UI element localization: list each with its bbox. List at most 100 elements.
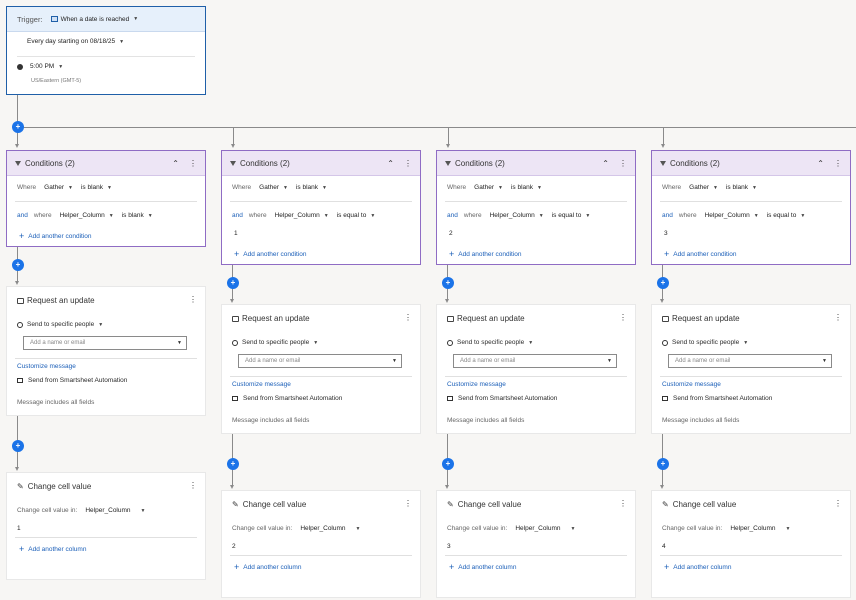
customize-message-link[interactable]: Customize message bbox=[232, 381, 291, 388]
customize-message-link[interactable]: Customize message bbox=[447, 381, 506, 388]
add-condition-link[interactable]: + Add another condition bbox=[19, 231, 92, 241]
add-step-button[interactable]: + bbox=[442, 277, 454, 289]
field-dropdown[interactable]: Gather ▼ bbox=[689, 184, 718, 191]
recipient-input[interactable]: Add a name or email ▼ bbox=[453, 354, 617, 368]
condition-value[interactable]: 3 bbox=[664, 230, 668, 237]
chevron-up-icon[interactable]: ⌃ bbox=[387, 159, 394, 168]
condition-value[interactable]: 2 bbox=[449, 230, 453, 237]
kebab-menu-icon[interactable]: ⋮ bbox=[404, 159, 412, 168]
add-condition-link[interactable]: + Add another condition bbox=[234, 249, 307, 259]
field-dropdown[interactable]: Helper_Column ▼ bbox=[705, 212, 759, 219]
add-step-button[interactable]: + bbox=[12, 440, 24, 452]
kebab-menu-icon[interactable]: ⋮ bbox=[404, 499, 412, 508]
condition-value[interactable]: 1 bbox=[234, 230, 238, 237]
person-icon bbox=[447, 339, 453, 346]
field-dropdown[interactable]: Helper_Column ▼ bbox=[515, 525, 575, 532]
kebab-menu-icon[interactable]: ⋮ bbox=[619, 159, 627, 168]
kebab-menu-icon[interactable]: ⋮ bbox=[189, 481, 197, 490]
trigger-block[interactable]: Trigger: When a date is reached ▼ Every … bbox=[6, 6, 206, 95]
divider bbox=[15, 358, 197, 359]
plus-icon: + bbox=[19, 544, 25, 554]
request-update-block[interactable]: Request an update ⋮ Send to specific peo… bbox=[436, 304, 636, 434]
operator-dropdown[interactable]: is blank ▼ bbox=[726, 184, 757, 191]
add-step-button[interactable]: + bbox=[442, 458, 454, 470]
add-step-button[interactable]: + bbox=[227, 277, 239, 289]
operator-dropdown[interactable]: is equal to ▼ bbox=[337, 212, 376, 219]
field-dropdown[interactable]: Gather ▼ bbox=[474, 184, 503, 191]
add-step-button[interactable]: + bbox=[657, 458, 669, 470]
add-column-link[interactable]: + Add another column bbox=[19, 544, 86, 554]
change-cell-block[interactable]: ✎ Change cell value ⋮ Change cell value i… bbox=[436, 490, 636, 598]
and-operator[interactable]: and bbox=[17, 212, 28, 219]
field-dropdown[interactable]: Helper_Column ▼ bbox=[275, 212, 329, 219]
customize-message-link[interactable]: Customize message bbox=[17, 363, 76, 370]
recipient-input[interactable]: Add a name or email ▼ bbox=[23, 336, 187, 350]
add-step-button[interactable]: + bbox=[12, 121, 24, 133]
frequency-dropdown[interactable]: Every day starting on 08/18/25 ▼ bbox=[27, 38, 124, 45]
field-label: Helper_Column bbox=[85, 507, 131, 514]
operator-dropdown[interactable]: is equal to ▼ bbox=[767, 212, 806, 219]
kebab-menu-icon[interactable]: ⋮ bbox=[619, 313, 627, 322]
kebab-menu-icon[interactable]: ⋮ bbox=[834, 499, 842, 508]
chevron-up-icon[interactable]: ⌃ bbox=[817, 159, 824, 168]
add-step-button[interactable]: + bbox=[657, 277, 669, 289]
add-condition-link[interactable]: + Add another condition bbox=[664, 249, 737, 259]
conditions-block[interactable]: Conditions (2) ⌃ ⋮ Where Gather ▼ is blan… bbox=[436, 150, 636, 265]
conditions-block[interactable]: Conditions (2) ⌃ ⋮ Where Gather ▼ is blan… bbox=[6, 150, 206, 247]
add-column-link[interactable]: + Add another column bbox=[664, 562, 731, 572]
change-field-row: Change cell value in: Helper_Column ▼ bbox=[232, 525, 360, 532]
kebab-menu-icon[interactable]: ⋮ bbox=[834, 313, 842, 322]
change-title-label: Change cell value bbox=[457, 500, 522, 509]
operator-dropdown[interactable]: is blank ▼ bbox=[511, 184, 542, 191]
recipient-input[interactable]: Add a name or email ▼ bbox=[238, 354, 402, 368]
change-value[interactable]: 4 bbox=[662, 543, 666, 550]
send-from-label: Send from Smartsheet Automation bbox=[458, 395, 558, 402]
change-value[interactable]: 1 bbox=[17, 525, 21, 532]
add-step-button[interactable]: + bbox=[12, 259, 24, 271]
conditions-block[interactable]: Conditions (2) ⌃ ⋮ Where Gather ▼ is blan… bbox=[221, 150, 421, 265]
send-to-dropdown[interactable]: Send to specific people ▼ bbox=[17, 321, 103, 328]
change-cell-block[interactable]: ✎ Change cell value ⋮ Change cell value i… bbox=[221, 490, 421, 598]
chevron-up-icon[interactable]: ⌃ bbox=[172, 159, 179, 168]
field-dropdown[interactable]: Gather ▼ bbox=[259, 184, 288, 191]
chevron-up-icon[interactable]: ⌃ bbox=[602, 159, 609, 168]
add-condition-link[interactable]: + Add another condition bbox=[449, 249, 522, 259]
field-dropdown[interactable]: Helper_Column ▼ bbox=[60, 212, 114, 219]
and-operator[interactable]: and bbox=[662, 212, 673, 219]
kebab-menu-icon[interactable]: ⋮ bbox=[834, 159, 842, 168]
field-dropdown[interactable]: Helper_Column ▼ bbox=[85, 507, 145, 514]
arrow-icon bbox=[446, 144, 450, 148]
send-to-dropdown[interactable]: Send to specific people ▼ bbox=[232, 339, 318, 346]
change-value[interactable]: 3 bbox=[447, 543, 451, 550]
operator-dropdown[interactable]: is equal to ▼ bbox=[552, 212, 591, 219]
add-column-link[interactable]: + Add another column bbox=[234, 562, 301, 572]
time-dropdown[interactable]: 5:00 PM ▼ bbox=[17, 63, 63, 70]
change-cell-block[interactable]: ✎ Change cell value ⋮ Change cell value i… bbox=[651, 490, 851, 598]
request-update-block[interactable]: Request an update ⋮ Send to specific peo… bbox=[221, 304, 421, 434]
kebab-menu-icon[interactable]: ⋮ bbox=[404, 313, 412, 322]
field-dropdown[interactable]: Helper_Column ▼ bbox=[490, 212, 544, 219]
operator-dropdown[interactable]: is blank ▼ bbox=[296, 184, 327, 191]
trigger-type-dropdown[interactable]: When a date is reached ▼ bbox=[50, 16, 138, 23]
kebab-menu-icon[interactable]: ⋮ bbox=[189, 295, 197, 304]
and-operator[interactable]: and bbox=[232, 212, 243, 219]
send-to-dropdown[interactable]: Send to specific people ▼ bbox=[662, 339, 748, 346]
operator-dropdown[interactable]: is blank ▼ bbox=[81, 184, 112, 191]
recipient-input[interactable]: Add a name or email ▼ bbox=[668, 354, 832, 368]
change-value[interactable]: 2 bbox=[232, 543, 236, 550]
add-step-button[interactable]: + bbox=[227, 458, 239, 470]
field-dropdown[interactable]: Helper_Column ▼ bbox=[730, 525, 790, 532]
kebab-menu-icon[interactable]: ⋮ bbox=[189, 159, 197, 168]
send-to-dropdown[interactable]: Send to specific people ▼ bbox=[447, 339, 533, 346]
field-dropdown[interactable]: Helper_Column ▼ bbox=[300, 525, 360, 532]
request-update-block[interactable]: Request an update ⋮ Send to specific peo… bbox=[6, 286, 206, 416]
and-operator[interactable]: and bbox=[447, 212, 458, 219]
kebab-menu-icon[interactable]: ⋮ bbox=[619, 499, 627, 508]
add-column-link[interactable]: + Add another column bbox=[449, 562, 516, 572]
conditions-block[interactable]: Conditions (2) ⌃ ⋮ Where Gather ▼ is blan… bbox=[651, 150, 851, 265]
field-dropdown[interactable]: Gather ▼ bbox=[44, 184, 73, 191]
operator-dropdown[interactable]: is blank ▼ bbox=[122, 212, 153, 219]
request-update-block[interactable]: Request an update ⋮ Send to specific peo… bbox=[651, 304, 851, 434]
customize-message-link[interactable]: Customize message bbox=[662, 381, 721, 388]
change-cell-block[interactable]: ✎ Change cell value ⋮ Change cell value i… bbox=[6, 472, 206, 580]
